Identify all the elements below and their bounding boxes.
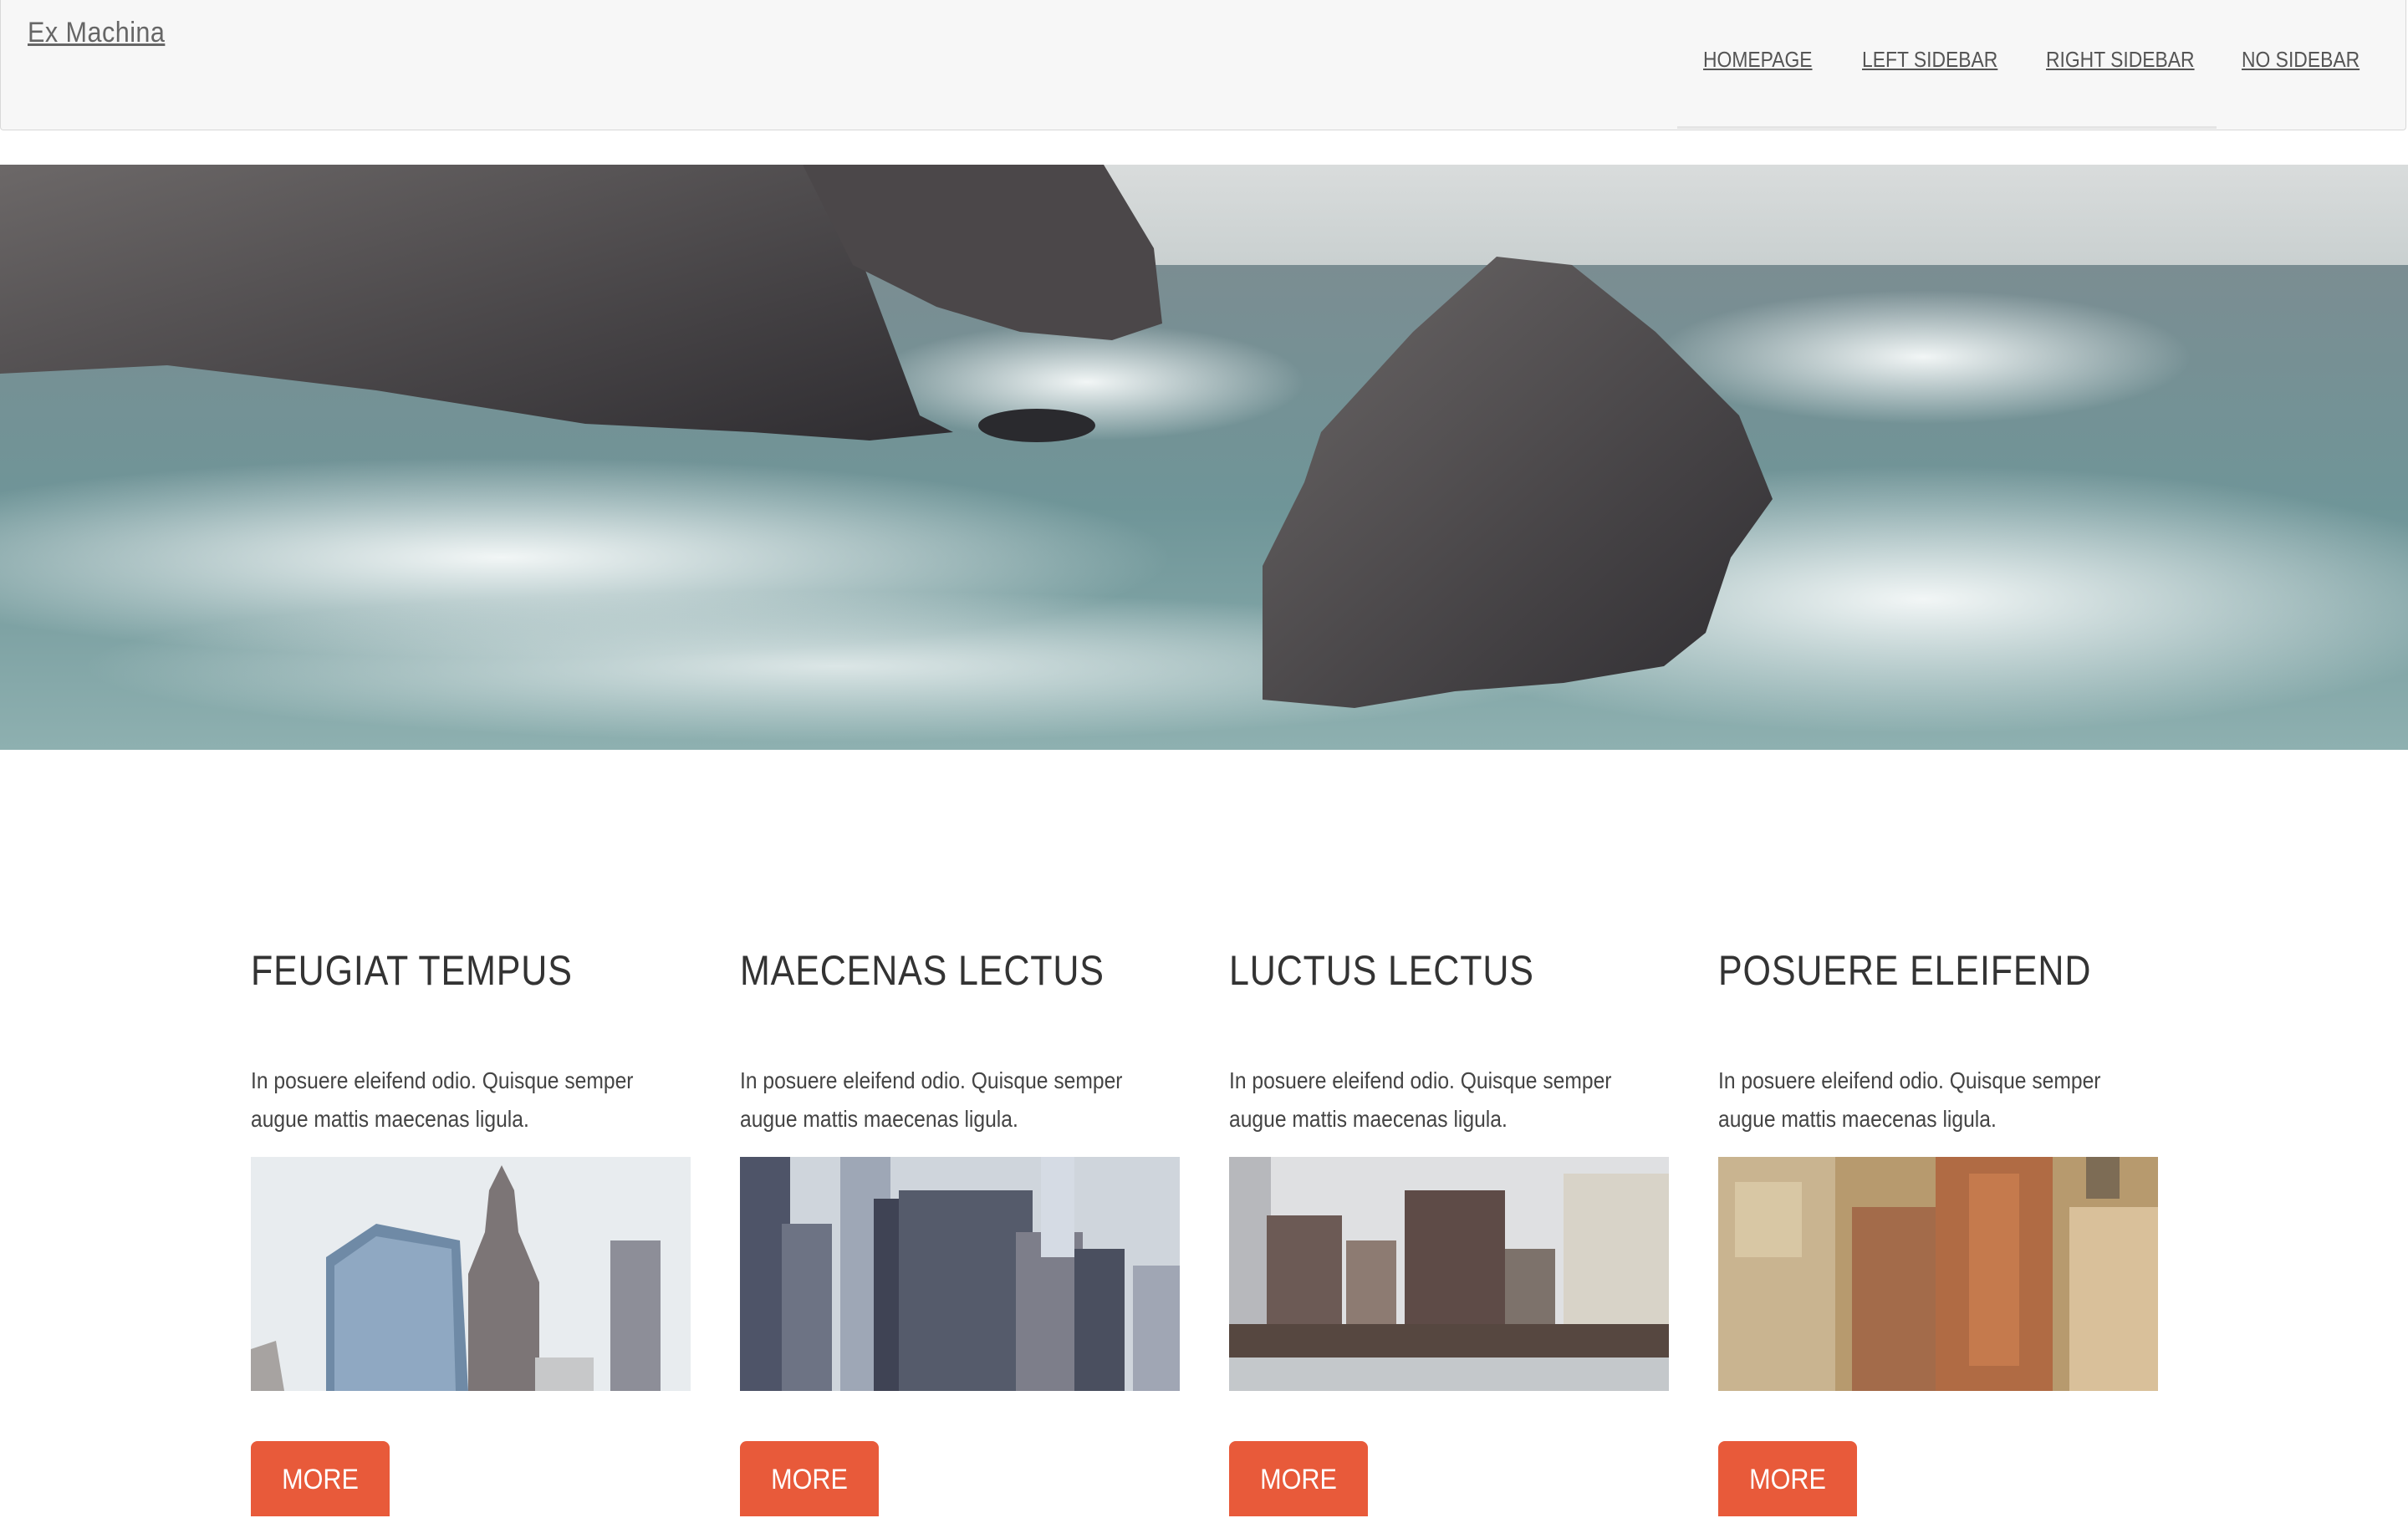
more-button[interactable]: MORE	[1718, 1441, 1857, 1516]
card-title: POSUERE ELEIFEND	[1718, 947, 2092, 994]
nav-left-sidebar[interactable]: LEFT SIDEBAR	[1862, 47, 1997, 73]
card-image-waterfront	[1229, 1157, 1669, 1391]
feature-card: MAECENAS LECTUS In posuere eleifend odio…	[740, 945, 1180, 1516]
card-title: MAECENAS LECTUS	[740, 947, 1105, 994]
card-text: In posuere eleifend odio. Quisque semper…	[1718, 1067, 2101, 1132]
feature-card: FEUGIAT TEMPUS In posuere eleifend odio.…	[251, 945, 691, 1516]
brand-link[interactable]: Ex Machina	[28, 17, 165, 49]
site-header: Ex Machina HOMEPAGE LEFT SIDEBAR RIGHT S…	[0, 0, 2406, 130]
feature-card: POSUERE ELEIFEND In posuere eleifend odi…	[1718, 945, 2158, 1516]
card-text: In posuere eleifend odio. Quisque semper…	[1229, 1067, 1612, 1132]
hero-ocean-rocks-image	[0, 165, 2408, 750]
feature-card: LUCTUS LECTUS In posuere eleifend odio. …	[1229, 945, 1669, 1516]
nav-right-sidebar[interactable]: RIGHT SIDEBAR	[2046, 47, 2195, 73]
card-title: LUCTUS LECTUS	[1229, 947, 1534, 994]
card-image-aerial-city	[1718, 1157, 2158, 1391]
card-title: FEUGIAT TEMPUS	[251, 947, 573, 994]
nav-no-sidebar[interactable]: NO SIDEBAR	[2242, 47, 2360, 73]
card-image-skyscrapers	[251, 1157, 691, 1391]
more-button[interactable]: MORE	[740, 1441, 879, 1516]
nav-homepage[interactable]: HOMEPAGE	[1703, 47, 1813, 73]
card-text: In posuere eleifend odio. Quisque semper…	[251, 1067, 634, 1132]
card-image-downtown	[740, 1157, 1180, 1391]
nav-active-indicator	[1677, 126, 2217, 129]
card-text: In posuere eleifend odio. Quisque semper…	[740, 1067, 1123, 1132]
more-button[interactable]: MORE	[251, 1441, 390, 1516]
more-button[interactable]: MORE	[1229, 1441, 1368, 1516]
hero-banner	[0, 165, 2408, 750]
